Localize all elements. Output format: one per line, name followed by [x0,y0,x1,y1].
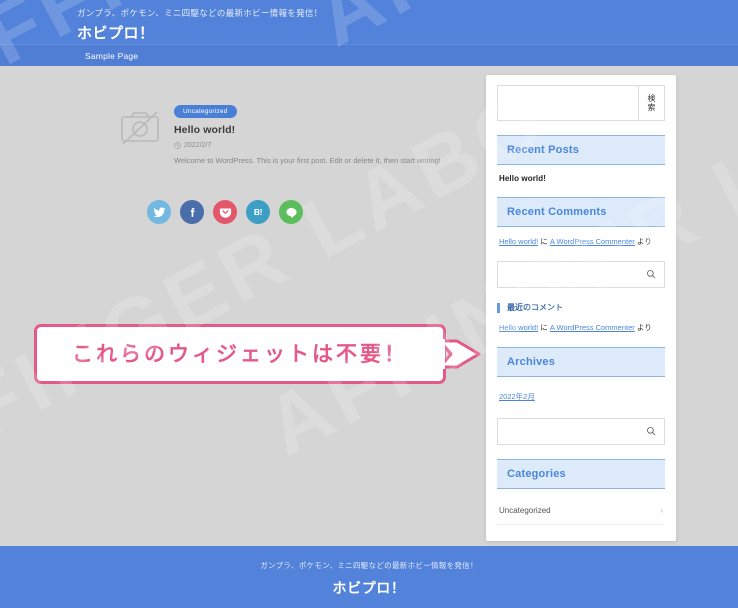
post-card[interactable]: Uncategorized Hello world! 2022/2/7 Welc… [20,94,450,166]
no-image-placeholder-icon [120,108,160,148]
comment-post-link-jp[interactable]: Hello world! [499,323,538,332]
primary-navigation: Sample Page [0,44,738,66]
site-header: ガンプラ、ポケモン、ミニ四駆などの最新ホビー情報を発信！ ホビプロ！ [0,0,738,44]
post-meta: 2022/2/7 [174,142,450,149]
widget-title-recent-posts: Recent Posts [507,144,580,156]
search-input-mid[interactable] [506,270,646,280]
widget-body-recent-comments: Hello world! に A WordPress Commenter より [497,227,665,247]
sidebar-search-mid[interactable] [497,261,665,289]
sidebar-search-bottom[interactable] [497,418,665,446]
comment-post-link[interactable]: Hello world! [499,237,538,246]
recent-post-item[interactable]: Hello world! [499,174,663,183]
sidebar-search-top[interactable]: 検 索 [497,85,665,121]
footer-tagline: ガンプラ、ポケモン、ミニ四駆などの最新ホビー情報を発信！ [260,561,478,570]
widget-body-recent-posts: Hello world! [497,165,665,183]
post-body: Uncategorized Hello world! 2022/2/7 Welc… [174,94,450,166]
share-facebook-icon[interactable] [180,200,204,225]
search-input-bottom[interactable] [506,427,646,437]
main-column: Uncategorized Hello world! 2022/2/7 Welc… [0,66,470,225]
post-excerpt: Welcome to WordPress. This is your first… [174,156,441,165]
category-label: Uncategorized [499,506,551,516]
category-list: Uncategorized › [497,499,665,526]
sidebar: 検 索 Recent Posts Hello world! Recent Com… [486,75,676,542]
recent-comment-item-jp: Hello world! に A WordPress Commenter より [499,322,663,333]
widget-body-archives: 2022年2月 [497,377,665,404]
social-share-row: B! [20,200,450,225]
search-submit-label-2: 索 [647,103,656,112]
search-icon[interactable] [646,266,656,284]
widget-title-recent-comments-jp: 最近のコメント [497,303,665,313]
search-icon[interactable] [646,423,656,441]
content-area: Uncategorized Hello world! 2022/2/7 Welc… [0,66,738,546]
search-input-top[interactable] [498,86,638,120]
share-hatena-icon[interactable]: B! [246,200,270,225]
widget-body-recent-comments-jp: Hello world! に A WordPress Commenter より [497,313,665,333]
site-tagline: ガンプラ、ポケモン、ミニ四駆などの最新ホビー情報を発信！ [77,8,323,18]
callout-arrow-icon [439,336,481,372]
archive-item-link[interactable]: 2022年2月 [499,391,535,402]
post-date: 2022/2/7 [184,142,212,149]
widget-title-categories: Categories [507,468,566,481]
post-title[interactable]: Hello world! [174,124,450,136]
widget-head-recent-posts: Recent Posts [497,135,665,165]
site-title[interactable]: ホビプロ！ [77,22,669,43]
share-line-icon[interactable] [279,200,303,225]
chevron-right-icon: › [660,506,663,516]
comment-mid-text-jp: に [540,322,548,332]
comment-author-link[interactable]: A WordPress Commenter [550,237,635,246]
site-footer: ガンプラ、ポケモン、ミニ四駆などの最新ホビー情報を発信！ ホビプロ！ © 202… [0,546,738,608]
comment-tail-text-jp: より [636,322,652,332]
category-row-uncategorized[interactable]: Uncategorized › [497,499,665,526]
widget-head-categories: Categories [497,459,665,490]
share-twitter-icon[interactable] [147,200,171,225]
search-submit-button[interactable]: 検 索 [638,86,664,120]
search-submit-label-1: 検 [647,93,656,103]
widget-head-recent-comments: Recent Comments [497,197,665,227]
comment-mid-text: に [540,237,548,246]
widget-head-archives: Archives [497,347,665,378]
widget-title-recent-comments: Recent Comments [507,206,607,218]
callout-text: これらのウィジェットは不要！ [72,342,408,366]
comment-author-link-jp[interactable]: A WordPress Commenter [550,323,635,332]
post-category-badge[interactable]: Uncategorized [174,105,237,118]
nav-item-sample-page[interactable]: Sample Page [77,51,146,61]
browser-page: ガンプラ、ポケモン、ミニ四駆などの最新ホビー情報を発信！ ホビプロ！ Sampl… [0,0,738,608]
hatena-label: B! [253,207,263,218]
callout-box: これらのウィジェットは不要！ [34,324,446,384]
clock-icon [174,142,181,149]
share-pocket-icon[interactable] [213,200,237,225]
footer-title[interactable]: ホビプロ！ [0,578,738,598]
nav-inner: Sample Page [69,45,669,66]
annotation-callout: これらのウィジェットは不要！ [34,324,481,384]
widget-title-archives: Archives [507,356,556,369]
comment-tail-text: より [636,237,652,246]
header-inner: ガンプラ、ポケモン、ミニ四駆などの最新ホビー情報を発信！ ホビプロ！ [69,0,669,43]
recent-comment-item: Hello world! に A WordPress Commenter より [499,236,663,247]
